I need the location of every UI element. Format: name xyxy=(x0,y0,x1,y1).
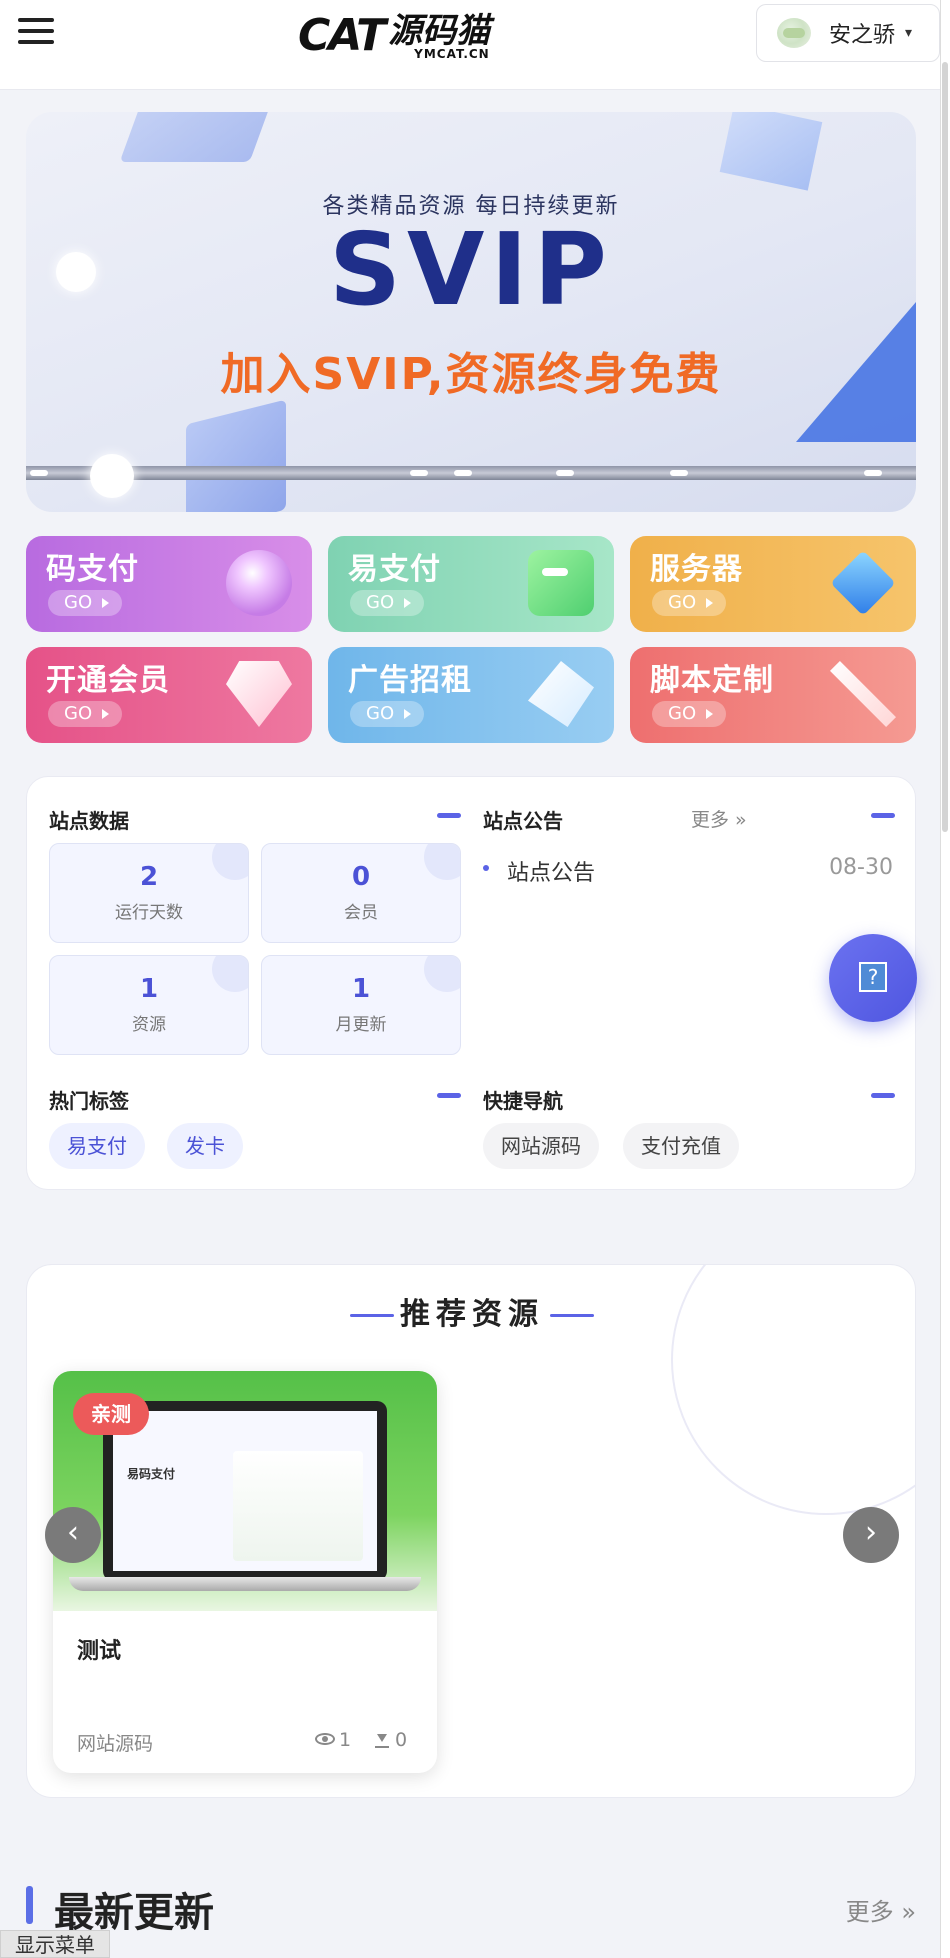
view-count: 1 xyxy=(315,1729,351,1751)
banner-slogan: 加入SVIP,资源终身免费 xyxy=(220,349,722,400)
collapse-dash-icon[interactable] xyxy=(437,1093,461,1098)
quick-card-title: 码支付 xyxy=(46,552,139,587)
go-button[interactable]: GO xyxy=(350,590,424,616)
avatar xyxy=(777,18,811,48)
quick-card-title: 开通会员 xyxy=(46,663,170,698)
stat-value: 2 xyxy=(139,862,159,892)
decor-cube xyxy=(719,112,823,191)
help-button[interactable]: ? xyxy=(829,934,917,1022)
quick-card-title: 服务器 xyxy=(650,552,743,587)
top-header: CAT 源码猫 YMCAT.CN 安之骄 ▾ xyxy=(0,0,940,90)
stat-value: 1 xyxy=(351,974,371,1004)
recommend-title: 推荐资源 xyxy=(27,1289,915,1333)
resource-category[interactable]: 网站源码 xyxy=(77,1729,153,1756)
quick-card-script[interactable]: 脚本定制 GO xyxy=(630,647,916,743)
chevron-down-icon: ▾ xyxy=(905,25,913,41)
bullet-dot-icon xyxy=(483,865,489,871)
notice-date: 08-30 xyxy=(829,855,893,880)
go-button[interactable]: GO xyxy=(652,701,726,727)
eye-icon xyxy=(315,1733,335,1745)
go-button[interactable]: GO xyxy=(350,701,424,727)
help-icon: ? xyxy=(859,962,887,992)
quick-nav-title: 快捷导航 xyxy=(483,1089,563,1113)
user-name: 安之骄 xyxy=(829,23,896,48)
stat-label: 运行天数 xyxy=(115,903,183,923)
hot-tags-title: 热门标签 xyxy=(49,1089,129,1113)
quick-card-title: 广告招租 xyxy=(348,663,472,698)
go-button[interactable]: GO xyxy=(652,590,726,616)
section-accent-bar xyxy=(26,1886,33,1924)
recommend-section: 推荐资源 易码支付 亲测 测试 网站源码 1 0 ‹ › xyxy=(26,1264,916,1798)
server-icon xyxy=(830,550,896,616)
latest-more-link[interactable]: 更多 » xyxy=(846,1892,916,1927)
stat-resources: 1 资源 xyxy=(49,955,249,1055)
info-panel: 站点数据 2 运行天数 0 会员 1 资源 1 月更新 站点公告 更多 » 站点… xyxy=(26,776,916,1190)
stat-running-days: 2 运行天数 xyxy=(49,843,249,943)
quick-card-ads[interactable]: 广告招租 GO xyxy=(328,647,614,743)
notice-text: 站点公告 xyxy=(507,861,596,886)
resource-thumbnail: 易码支付 亲测 xyxy=(53,1371,437,1611)
stat-value: 0 xyxy=(351,862,371,892)
decor-rail xyxy=(26,466,916,480)
resource-title[interactable]: 测试 xyxy=(77,1633,121,1665)
laptop-image: 易码支付 xyxy=(103,1401,387,1581)
stat-label: 资源 xyxy=(132,1015,166,1035)
notice-title: 站点公告 xyxy=(483,809,563,833)
notice-more-link[interactable]: 更多 » xyxy=(691,805,747,832)
go-button[interactable]: GO xyxy=(48,701,122,727)
banner-headline: SVIP xyxy=(329,211,613,328)
decor-cube xyxy=(186,399,286,512)
notice-item[interactable]: 站点公告 08-30 xyxy=(483,855,893,887)
quick-card-easy-pay[interactable]: 易支付 GO xyxy=(328,536,614,632)
nav-website-source[interactable]: 网站源码 xyxy=(483,1123,599,1169)
tag-easy-pay[interactable]: 易支付 xyxy=(49,1123,145,1169)
quick-card-code-pay[interactable]: 码支付 GO xyxy=(26,536,312,632)
orb-icon xyxy=(226,550,292,616)
stat-monthly-updates: 1 月更新 xyxy=(261,955,461,1055)
logo-cn-name: 源码猫 xyxy=(388,11,491,51)
scrollbar-thumb[interactable] xyxy=(942,62,948,832)
wallet-icon xyxy=(528,550,594,616)
tag-card[interactable]: 发卡 xyxy=(167,1123,243,1169)
carousel-next-button[interactable]: › xyxy=(843,1507,899,1563)
collapse-dash-icon[interactable] xyxy=(871,813,895,818)
svip-banner[interactable]: 各类精品资源 每日持续更新 SVIP 加入SVIP,资源终身免费 xyxy=(26,112,916,512)
stat-members: 0 会员 xyxy=(261,843,461,943)
nav-payment-recharge[interactable]: 支付充值 xyxy=(623,1123,739,1169)
tools-icon xyxy=(830,661,896,727)
layers-icon xyxy=(528,661,594,727)
latest-section-header: 最新更新 更多 » xyxy=(26,1880,916,1936)
carousel-prev-button[interactable]: ‹ xyxy=(45,1507,101,1563)
screen-text: 易码支付 xyxy=(127,1467,176,1481)
decor-cube xyxy=(119,112,283,162)
stat-label: 月更新 xyxy=(335,1015,387,1035)
download-count: 0 xyxy=(375,1729,407,1751)
stat-value: 1 xyxy=(139,974,159,1004)
quick-card-title: 易支付 xyxy=(348,552,441,587)
resource-card[interactable]: 易码支付 亲测 测试 网站源码 1 0 xyxy=(53,1371,437,1773)
show-menu-button[interactable]: 显示菜单 xyxy=(0,1930,110,1958)
user-menu[interactable]: 安之骄 ▾ xyxy=(756,4,940,62)
site-data-title: 站点数据 xyxy=(49,809,129,833)
quick-card-title: 脚本定制 xyxy=(650,663,774,698)
collapse-dash-icon[interactable] xyxy=(437,813,461,818)
quick-card-server[interactable]: 服务器 GO xyxy=(630,536,916,632)
download-icon xyxy=(375,1732,389,1748)
decor-ball xyxy=(90,454,134,498)
logo-brand: CAT xyxy=(298,10,386,61)
go-button[interactable]: GO xyxy=(48,590,122,616)
quick-card-membership[interactable]: 开通会员 GO xyxy=(26,647,312,743)
hamburger-menu-icon[interactable] xyxy=(18,18,54,46)
stat-label: 会员 xyxy=(344,903,378,923)
tested-badge: 亲测 xyxy=(73,1393,149,1435)
logo-domain: YMCAT.CN xyxy=(414,47,490,61)
collapse-dash-icon[interactable] xyxy=(871,1093,895,1098)
diamond-icon xyxy=(226,661,292,727)
site-logo[interactable]: CAT 源码猫 YMCAT.CN xyxy=(298,8,491,61)
